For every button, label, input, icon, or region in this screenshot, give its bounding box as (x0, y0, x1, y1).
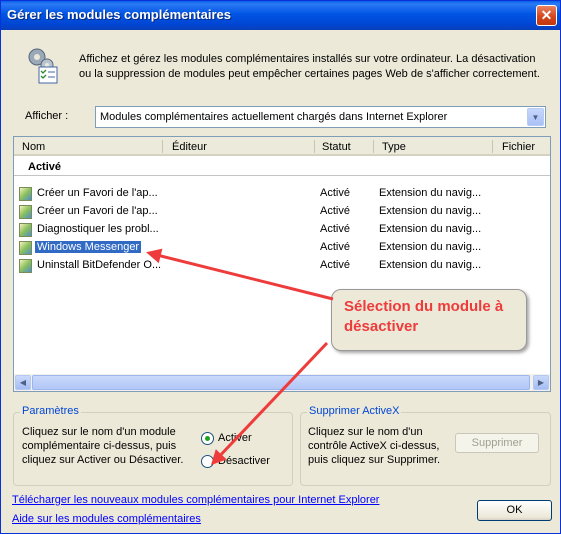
addon-icon (19, 205, 32, 219)
addon-status: Activé (320, 241, 350, 253)
settings-description: Cliquez sur le nom d'un module complémen… (22, 426, 184, 466)
disable-label[interactable]: Désactiver (218, 455, 270, 467)
activex-group: Supprimer ActiveX Cliquez sur le nom d'u… (300, 405, 551, 486)
download-addons-link[interactable]: Télécharger les nouveaux modules complém… (12, 494, 379, 506)
addon-status: Activé (320, 187, 350, 199)
table-row[interactable]: Windows Messenger Activé Extension du navi… (14, 239, 550, 257)
title-bar[interactable]: Gérer les modules complémentaires ✕ (1, 1, 560, 30)
close-button[interactable]: ✕ (536, 5, 557, 26)
addon-type: Extension du navig... (379, 241, 482, 253)
window-title: Gérer les modules complémentaires (7, 7, 231, 22)
show-label: Afficher : (25, 110, 69, 122)
addon-name[interactable]: Diagnostiquer les probl... (35, 223, 161, 235)
addon-icon (19, 223, 32, 237)
column-header-type[interactable]: Type (382, 141, 406, 153)
header-description: Affichez et gérez les modules complément… (79, 53, 540, 80)
scrollbar-thumb[interactable] (32, 375, 530, 390)
list-header: Nom Éditeur Statut Type Fichier (14, 137, 550, 156)
enable-radio[interactable] (201, 432, 214, 445)
show-dropdown-value: Modules complémentaires actuellement cha… (100, 111, 448, 123)
settings-group: Paramètres Cliquez sur le nom d'un modul… (13, 405, 293, 486)
column-divider[interactable] (492, 140, 493, 153)
addon-type: Extension du navig... (379, 259, 482, 271)
table-row[interactable]: Uninstall BitDefender O... Activé Extensio… (14, 257, 550, 275)
ok-button[interactable]: OK (477, 500, 552, 521)
table-row[interactable]: Créer un Favori de l'ap... Activé Extensio… (14, 203, 550, 221)
addon-name[interactable]: Créer un Favori de l'ap... (35, 205, 160, 217)
table-row[interactable]: Diagnostiquer les probl... Activé Extensio… (14, 221, 550, 239)
scroll-right-icon[interactable]: ▶ (533, 375, 549, 390)
group-header-enabled: Activé (28, 161, 62, 173)
table-row[interactable]: Créer un Favori de l'ap... Activé Extensio… (14, 185, 550, 203)
addon-type: Extension du navig... (379, 205, 482, 217)
activex-legend: Supprimer ActiveX (307, 405, 402, 417)
disable-radio[interactable] (201, 455, 214, 468)
horizontal-scrollbar[interactable]: ◀ ▶ (14, 374, 550, 391)
addon-list[interactable]: Nom Éditeur Statut Type Fichier Activé C… (13, 136, 551, 392)
addon-status: Activé (320, 205, 350, 217)
dialog-window: Gérer les modules complémentaires ✕ Affi… (0, 0, 561, 534)
addon-name[interactable]: Créer un Favori de l'ap... (35, 187, 160, 199)
column-header-name[interactable]: Nom (22, 141, 45, 153)
addon-name[interactable]: Uninstall BitDefender O... (35, 259, 163, 271)
column-divider[interactable] (162, 140, 163, 153)
delete-button[interactable]: Supprimer (455, 433, 539, 453)
column-header-status[interactable]: Statut (322, 141, 351, 153)
group-divider (14, 175, 550, 176)
addon-type: Extension du navig... (379, 187, 482, 199)
column-divider[interactable] (373, 140, 374, 153)
activex-description: Cliquez sur le nom d'un contrôle ActiveX… (308, 426, 441, 466)
chevron-down-icon[interactable]: ▼ (527, 108, 544, 126)
addon-name[interactable]: Windows Messenger (35, 241, 142, 253)
addon-status: Activé (320, 259, 350, 271)
annotation-callout: Sélection du module à désactiver (331, 289, 527, 351)
addon-status: Activé (320, 223, 350, 235)
column-header-publisher[interactable]: Éditeur (172, 141, 207, 153)
gears-checklist-icon (28, 48, 58, 84)
enable-label[interactable]: Activer (218, 432, 252, 444)
help-link[interactable]: Aide sur les modules complémentaires (12, 513, 201, 525)
addon-icon (19, 259, 32, 273)
addon-type: Extension du navig... (379, 223, 482, 235)
scroll-left-icon[interactable]: ◀ (15, 375, 31, 390)
column-divider[interactable] (314, 140, 315, 153)
close-icon: ✕ (540, 7, 553, 23)
show-dropdown[interactable]: Modules complémentaires actuellement cha… (95, 106, 546, 128)
addon-icon (19, 187, 32, 201)
addon-icon (19, 241, 32, 255)
column-header-file[interactable]: Fichier (502, 141, 535, 153)
settings-legend: Paramètres (20, 405, 81, 417)
